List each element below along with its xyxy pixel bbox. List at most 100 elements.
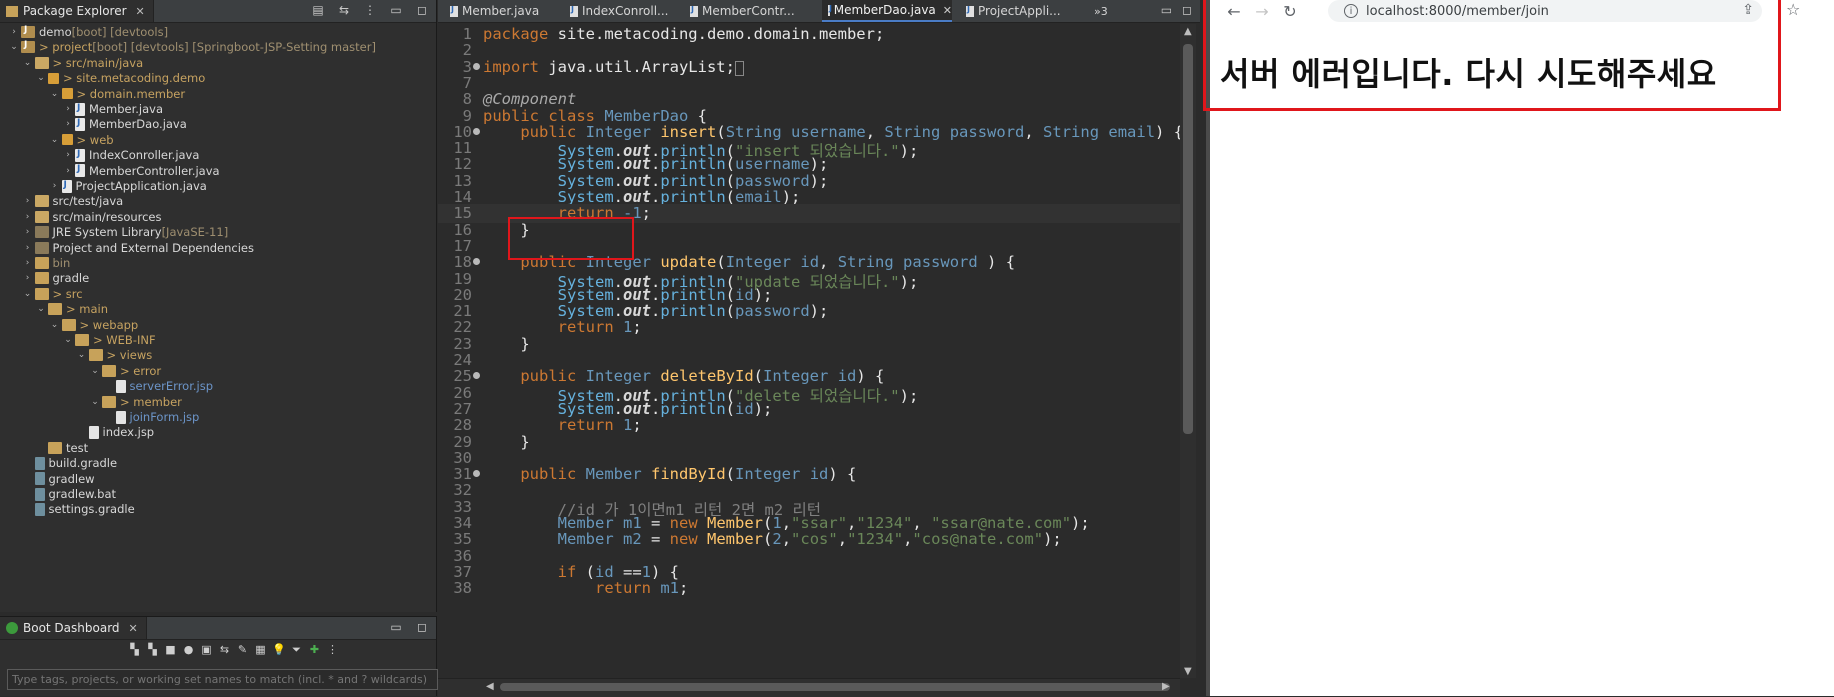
- tree-item-label: gradlew.bat: [48, 487, 117, 501]
- chevron-right-icon[interactable]: ›: [62, 104, 74, 114]
- folder-icon: [34, 272, 49, 285]
- chevron-down-icon[interactable]: ⌄: [89, 366, 101, 376]
- fold-marker-icon[interactable]: [473, 470, 480, 478]
- stop-icon[interactable]: ■: [164, 643, 177, 657]
- chevron-right-icon[interactable]: ›: [22, 258, 34, 268]
- chevron-down-icon[interactable]: ⌄: [49, 89, 61, 99]
- code-text: return 1;: [557, 416, 642, 435]
- code-line[interactable]: 38 return m1;: [438, 579, 1180, 598]
- line-number: 21: [453, 302, 472, 321]
- chevron-down-icon[interactable]: ⌄: [35, 304, 47, 314]
- tab-boot-dashboard[interactable]: Boot Dashboard ✕: [0, 617, 147, 639]
- scroll-down-icon[interactable]: ▼: [1184, 666, 1192, 677]
- debug-icon[interactable]: ▚: [146, 643, 159, 657]
- minimize-icon[interactable]: ▭: [388, 620, 404, 634]
- refresh-icon[interactable]: ⇆: [218, 643, 231, 657]
- maximize-icon[interactable]: ◻: [1182, 3, 1192, 17]
- code-area[interactable]: 1 package site.metacoding.demo.domain.mem…: [438, 22, 1180, 678]
- lightbulb-icon[interactable]: 💡: [272, 643, 286, 657]
- line-number: 37: [453, 562, 472, 581]
- chevron-right-icon[interactable]: ›: [62, 119, 74, 129]
- chevron-right-icon[interactable]: ›: [22, 227, 34, 237]
- java-file-icon: [966, 5, 974, 17]
- tree-item-label: demo: [39, 25, 72, 39]
- line-number: 24: [453, 351, 472, 369]
- table-icon[interactable]: ▦: [254, 643, 267, 657]
- tree-item-label: MemberController.java: [89, 163, 220, 178]
- filter-input[interactable]: [7, 669, 438, 690]
- line-number: 26: [453, 383, 472, 402]
- tab-package-explorer[interactable]: Package Explorer ✕: [0, 0, 154, 22]
- close-icon[interactable]: ✕: [943, 4, 952, 17]
- fold-marker-icon[interactable]: [473, 62, 480, 70]
- tab-project-application[interactable]: ProjectAppli...: [960, 0, 1072, 22]
- tree-item[interactable]: settings.gradle: [22, 500, 135, 518]
- boot-dashboard-tabbar: Boot Dashboard ✕ ▭ ◻: [0, 617, 436, 640]
- chevron-down-icon[interactable]: ⌄: [49, 135, 61, 145]
- chevron-down-icon[interactable]: ⌄: [35, 73, 47, 83]
- vertical-scroll-thumb[interactable]: [1183, 44, 1193, 434]
- fold-marker-icon[interactable]: [473, 258, 480, 266]
- scroll-right-icon[interactable]: ▶: [1162, 681, 1170, 692]
- chevron-right-icon[interactable]: ›: [22, 196, 34, 206]
- tree-item-label: Member.java: [89, 102, 163, 116]
- lib-icon: [34, 241, 49, 254]
- java-file-icon: [828, 4, 831, 16]
- chevron-right-icon[interactable]: ›: [62, 166, 74, 176]
- tab-label: Package Explorer: [23, 4, 127, 18]
- maximize-icon[interactable]: ◻: [414, 3, 430, 17]
- chevron-down-icon[interactable]: ⌄: [76, 350, 88, 360]
- scroll-up-icon[interactable]: ▲: [1184, 26, 1192, 37]
- start-icon[interactable]: ▚: [128, 643, 141, 657]
- code-text: }: [483, 432, 530, 451]
- link-with-editor-icon[interactable]: ⇆: [336, 3, 352, 17]
- tab-member-controller[interactable]: MemberContr...: [684, 0, 796, 22]
- chevron-down-icon[interactable]: ⌄: [62, 335, 74, 345]
- chevron-down-icon[interactable]: ⌄: [49, 320, 61, 330]
- tab-overflow[interactable]: »3: [1088, 0, 1118, 22]
- edit-icon[interactable]: ✎: [236, 643, 249, 657]
- chevron-right-icon[interactable]: ›: [22, 212, 34, 222]
- chevron-right-icon[interactable]: ›: [49, 181, 61, 191]
- open-browser-icon[interactable]: ●: [182, 643, 195, 657]
- fold-marker-icon[interactable]: [473, 372, 480, 380]
- code-text: if (id ==1) {: [557, 562, 680, 581]
- filter-icon[interactable]: ⏷: [290, 643, 303, 657]
- package-explorer-view: Package Explorer ✕ ▤ ⇆ ⋮ ▭ ◻ › demo [boot…: [0, 0, 437, 612]
- tab-label: MemberContr...: [702, 4, 795, 18]
- chevron-down-icon[interactable]: ⌄: [8, 42, 20, 52]
- file-icon: [115, 379, 126, 393]
- chevron-down-icon[interactable]: ⌄: [22, 58, 34, 68]
- bookmark-star-icon[interactable]: ☆: [1786, 0, 1800, 19]
- close-icon[interactable]: ✕: [136, 5, 145, 18]
- console-icon[interactable]: ▣: [200, 643, 213, 657]
- minimize-icon[interactable]: ▭: [1161, 3, 1172, 17]
- horizontal-scroll-thumb[interactable]: [500, 683, 1170, 691]
- tab-memberdao-java[interactable]: MemberDao.java ✕: [822, 0, 952, 22]
- fold-marker-icon[interactable]: [473, 127, 480, 135]
- view-menu-icon[interactable]: ⋮: [326, 643, 339, 657]
- line-number: 23: [453, 334, 472, 353]
- chevron-right-icon[interactable]: ›: [8, 27, 20, 37]
- close-icon[interactable]: ✕: [129, 622, 138, 635]
- tree-item-label: ProjectApplication.java: [75, 179, 207, 193]
- add-icon[interactable]: ✚: [308, 643, 321, 657]
- chevron-right-icon[interactable]: ›: [62, 150, 74, 160]
- srcfolder-icon: [34, 195, 49, 208]
- tab-member-java[interactable]: Member.java: [444, 0, 556, 22]
- code-text: System.out.println(email);: [557, 188, 801, 206]
- code-text: Member m1 = new Member(1,"ssar","1234", …: [557, 514, 1090, 532]
- minimize-icon[interactable]: ▭: [388, 3, 404, 17]
- scroll-left-icon[interactable]: ◀: [486, 681, 494, 692]
- tab-index-controller[interactable]: IndexConroll...: [564, 0, 676, 22]
- chevron-down-icon[interactable]: ⌄: [22, 289, 34, 299]
- collapse-all-icon[interactable]: ▤: [310, 3, 326, 17]
- maximize-icon[interactable]: ◻: [414, 620, 430, 634]
- line-number: 15: [453, 204, 472, 223]
- chevron-right-icon[interactable]: ›: [22, 273, 34, 283]
- chevron-right-icon[interactable]: ›: [22, 243, 34, 253]
- srcfolder-icon: [34, 56, 49, 69]
- view-menu-icon[interactable]: ⋮: [362, 3, 378, 17]
- tree-item-label: joinForm.jsp: [129, 410, 200, 424]
- chevron-down-icon[interactable]: ⌄: [89, 397, 101, 407]
